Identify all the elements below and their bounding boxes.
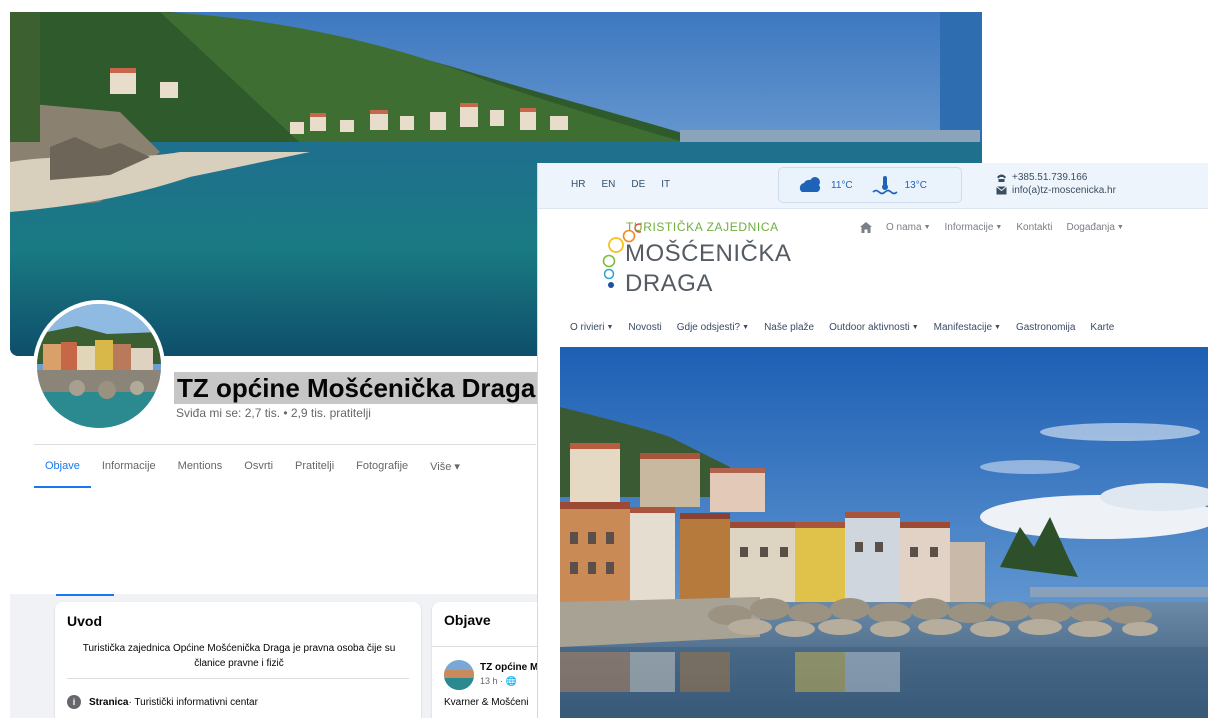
subnav-news[interactable]: Novosti [628,322,661,333]
chevron-down-icon: ▼ [994,324,1001,331]
page-tabs: Objave Informacije Mentions Osvrti Prati… [34,452,471,488]
chevron-down-icon: ▼ [911,324,919,331]
nav-information-label: Informacije [944,222,994,233]
subnav-maps-label: Karte [1090,322,1115,333]
phone-row: +385.51.739.166 [996,171,1116,184]
subnav-events[interactable]: Manifestacije ▼ [934,322,1001,333]
subnav-beaches[interactable]: Naše plaže [764,322,814,333]
profile-picture[interactable] [33,300,165,432]
home-icon[interactable] [860,222,872,233]
screenshot-collage: TZ općine Mošćenička Draga Sviđa mi se: … [0,0,1208,718]
brand-name-line2[interactable]: DRAGA [625,270,713,298]
subnav-gastronomy-label: Gastronomija [1015,322,1076,333]
language-switcher: HR EN DE IT [571,179,670,190]
lang-en[interactable]: EN [601,179,615,190]
post-author-avatar[interactable] [444,660,474,690]
nav-events[interactable]: Događanja ▼ [1067,222,1124,233]
posts-card: Objave TZ općine M 13 h · 🌐 Kvarner & Mo… [432,602,552,718]
weather-widget: 11°C 13°C [778,167,962,203]
phone-icon [997,174,1006,182]
page-category-value: · Turistički informativni centar [128,696,258,708]
brand-subtitle[interactable]: TURISTIČKA ZAJEDNICA [626,220,779,234]
subnav-beaches-label: Naše plaže [764,322,815,333]
cloud-sun-icon [799,177,821,192]
email-row: info(a)tz-moscenicka.hr [996,184,1116,197]
tabs-divider [34,444,536,445]
tourism-website: HR EN DE IT 11°C 13°C +385.51.739.166 in… [537,163,1208,718]
posts-title: Objave [444,612,491,628]
tab-posts[interactable]: Objave [34,452,91,488]
subnav-news-label: Novosti [628,322,662,333]
subnav-accommodation[interactable]: Gdje odsjesti? ▼ [677,322,749,333]
brand-name-line1[interactable]: MOŠĆENIČKA [625,240,791,268]
chevron-down-icon: ▼ [1116,224,1124,231]
top-bar: HR EN DE IT 11°C 13°C +385.51.739.166 in… [538,163,1208,209]
hero-photo [560,347,1208,718]
nav-contacts-label: Kontakti [1016,222,1053,233]
tab-reviews[interactable]: Osvrti [233,452,284,488]
hero-image [560,347,1208,718]
subnav-outdoor-label: Outdoor aktivnosti [829,322,910,333]
subnav-riviera[interactable]: O rivieri ▼ [570,322,613,333]
chevron-down-icon: ▼ [995,224,1003,231]
main-navigation: O nama ▼ Informacije ▼ Kontakti Događanja ▼ [860,222,1124,233]
intro-divider [67,678,409,679]
subnav-events-label: Manifestacije [933,322,992,333]
lang-hr[interactable]: HR [571,179,585,190]
profile-picture-image [37,304,161,428]
sea-temperature-icon [872,176,898,195]
nav-contacts[interactable]: Kontakti [1016,222,1052,233]
tab-mentions[interactable]: Mentions [167,452,234,488]
tab-about[interactable]: Informacije [91,452,167,488]
intro-description: Turistička zajednica Općine Mošćenička D… [82,643,396,669]
contact-info: +385.51.739.166 info(a)tz-moscenicka.hr [996,171,1116,197]
email-address[interactable]: info(a)tz-moscenicka.hr [1012,184,1116,197]
nav-about[interactable]: O nama ▼ [886,222,931,233]
chevron-down-icon: ▼ [606,324,614,331]
mail-icon [996,186,1007,195]
scroll-indicator [56,594,114,596]
nav-about-label: O nama [886,222,922,233]
subnav-accommodation-label: Gdje odsjesti? [676,322,741,333]
secondary-navigation: O rivieri ▼ Novosti Gdje odsjesti? ▼ Naše … [570,322,1114,333]
lang-it[interactable]: IT [661,179,670,190]
tab-followers[interactable]: Pratitelji [284,452,345,488]
phone-number[interactable]: +385.51.739.166 [1012,171,1087,184]
info-icon: i [67,695,81,709]
page-title: TZ općine Mošćenička Draga [174,372,539,404]
post-text: Kvarner & Mošćeni [444,697,529,708]
tab-more[interactable]: Više ▾ [419,452,471,488]
posts-divider [432,646,552,647]
subnav-riviera-label: O rivieri [570,322,605,333]
subnav-outdoor[interactable]: Outdoor aktivnosti ▼ [829,322,919,333]
post-timestamp[interactable]: 13 h · 🌐 [480,676,517,687]
page-category-row: i Stranica · Turistički informativni cen… [67,695,258,709]
chevron-down-icon: ▼ [742,324,750,331]
avatar-image [444,660,474,690]
nav-events-label: Događanja [1066,222,1115,233]
intro-card: Uvod Turistička zajednica Općine Mošćeni… [55,602,421,718]
chevron-down-icon: ▼ [923,224,931,231]
nav-information[interactable]: Informacije ▼ [945,222,1003,233]
air-temperature-value: 11°C [831,179,853,191]
intro-title: Uvod [67,613,102,629]
subnav-gastronomy[interactable]: Gastronomija [1016,322,1075,333]
page-stats[interactable]: Sviđa mi se: 2,7 tis. • 2,9 tis. pratite… [176,406,371,420]
subnav-maps[interactable]: Karte [1090,322,1114,333]
air-temperature: 11°C [797,176,853,194]
post-author[interactable]: TZ općine M [480,662,538,673]
lang-de[interactable]: DE [631,179,645,190]
sea-temperature: 13°C [871,175,927,195]
sea-temperature-value: 13°C [904,179,927,191]
tab-photos[interactable]: Fotografije [345,452,419,488]
page-category-label: Stranica [89,696,129,708]
